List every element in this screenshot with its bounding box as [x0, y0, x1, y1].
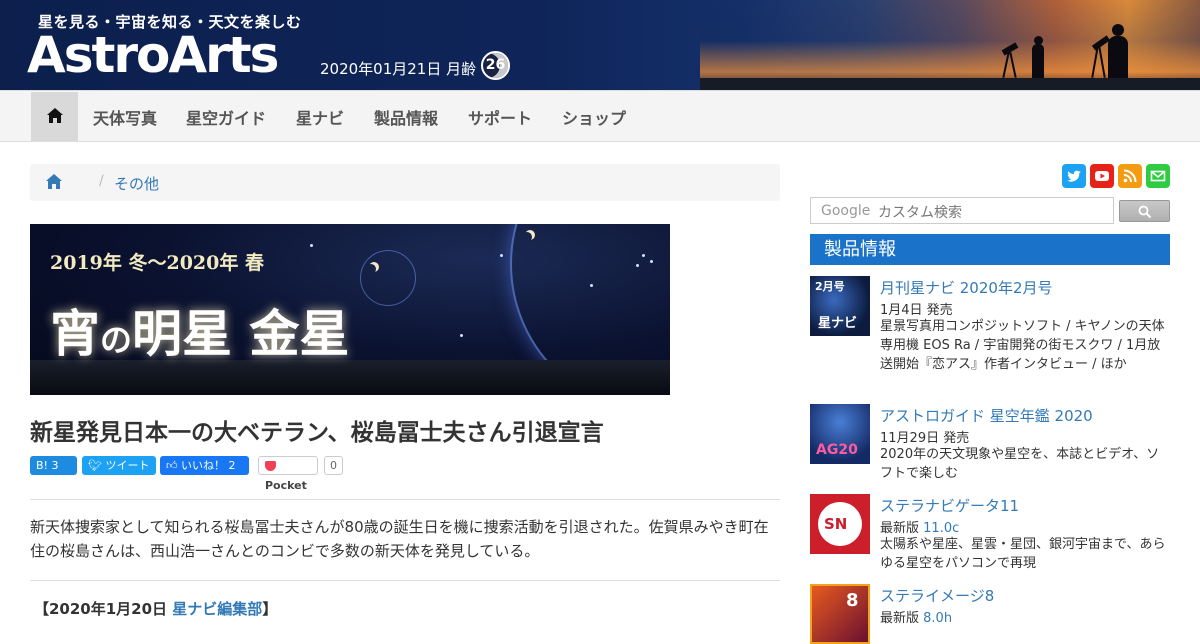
article-title: 新星発見日本一の大ベテラン、桜島冨士夫さん引退宣言	[30, 420, 604, 446]
banner-title-particle: の	[100, 321, 133, 359]
product-title[interactable]: ステライメージ8	[880, 585, 994, 606]
home-icon[interactable]	[45, 173, 63, 190]
version-number: 11.0c	[923, 521, 960, 536]
tweet-label: ツイート	[105, 459, 150, 472]
product-title[interactable]: アストロガイド 星空年鑑 2020	[880, 405, 1093, 426]
banner-title-part: 明星 金星	[132, 304, 350, 363]
byline-close: 】	[262, 600, 278, 618]
mail-icon[interactable]	[1146, 164, 1170, 188]
feature-banner[interactable]: 2019年 冬～2020年 春 宵の明星 金星	[30, 224, 670, 395]
twitter-icon[interactable]	[1062, 164, 1086, 188]
product-release: 1月4日 発売	[880, 303, 953, 318]
thumb-logo: 星ナビ	[818, 316, 858, 331]
breadcrumb-separator: /	[99, 173, 104, 189]
pocket-label: Pocket	[265, 479, 307, 492]
site-logo[interactable]: AstroArts	[27, 25, 279, 85]
star	[460, 334, 463, 337]
banner-title-part: 宵	[50, 304, 100, 363]
like-label: いいね！ 2	[181, 459, 236, 472]
horizon	[700, 78, 1200, 90]
search-placeholder: カスタム検索	[878, 205, 962, 221]
product-version: 最新版 8.0h	[880, 607, 952, 626]
observer-head-2	[1112, 24, 1124, 36]
twitter-bird-icon: 🐦︎	[88, 459, 102, 472]
pocket-button[interactable]: Pocket	[258, 456, 318, 492]
home-icon	[47, 108, 63, 123]
product-thumbnail[interactable]: 8	[810, 584, 870, 644]
breadcrumb-current[interactable]: その他	[114, 173, 159, 194]
version-prefix: 最新版	[880, 611, 920, 626]
divider	[30, 580, 780, 581]
thumb-label: 2月号	[815, 280, 845, 293]
product-title[interactable]: 月刊星ナビ 2020年2月号	[880, 277, 1053, 298]
main-nav: 天体写真 星空ガイド 星ナビ 製品情報 サポート ショップ	[0, 90, 1200, 142]
star	[636, 264, 639, 267]
product-thumbnail[interactable]: 2月号 星ナビ	[810, 276, 870, 336]
banner-title: 宵の明星 金星	[50, 294, 349, 366]
breadcrumb: / その他	[30, 164, 780, 201]
hatena-bookmark-button[interactable]: B! 3	[30, 456, 77, 475]
facebook-like-button[interactable]: 👍︎ いいね！ 2	[160, 456, 249, 475]
byline-author-link[interactable]: 星ナビ編集部	[172, 600, 262, 618]
divider	[30, 499, 780, 500]
product-description: 太陽系や星座、星雲・星団、銀河宇宙まで、あらゆる星空をパソコンで再現	[880, 537, 1166, 571]
product-thumbnail[interactable]: SN	[810, 494, 870, 554]
observer-head	[1034, 36, 1043, 45]
star	[642, 254, 645, 257]
site-header: 星を見る・宇宙を知る・天文を楽しむ AstroArts 2020年01月21日 …	[0, 0, 1200, 90]
nav-home-button[interactable]	[31, 92, 78, 141]
product-description: 2020年の天文現象や星空を、本誌とビデオ、ソフトで楽しむ	[880, 447, 1160, 481]
orbit-ring	[360, 250, 416, 306]
pocket-icon	[265, 461, 276, 471]
thumbs-up-icon: 👍︎	[166, 459, 178, 472]
moon-crescent	[522, 232, 532, 242]
version-prefix: 最新版	[880, 521, 920, 536]
star	[500, 254, 503, 257]
article-lead: 新天体捜索家として知られる桜島冨士夫さんが80歳の誕生日を機に捜索活動を引退され…	[30, 518, 769, 560]
google-brand-label: Google	[821, 203, 871, 219]
star	[650, 260, 653, 263]
rss-icon[interactable]	[1118, 164, 1142, 188]
tweet-button[interactable]: 🐦︎ ツイート	[82, 456, 156, 475]
venus-crescent	[366, 264, 376, 274]
moon-age-icon: 26	[481, 51, 510, 80]
star	[310, 244, 313, 247]
products-section-title: 製品情報	[810, 234, 1170, 265]
thumb-label: SN	[824, 515, 848, 533]
nav-item-photos[interactable]: 天体写真	[93, 105, 157, 129]
nav-item-sky-guide[interactable]: 星空ガイド	[186, 105, 266, 129]
current-date: 2020年01月21日 月齢	[320, 60, 477, 78]
pocket-count: 0	[324, 456, 343, 475]
observer-silhouette-2	[1108, 36, 1128, 78]
nav-item-hoshinavi[interactable]: 星ナビ	[296, 105, 344, 129]
search-input[interactable]: Google カスタム検索	[810, 197, 1114, 224]
thumb-label: AG20	[816, 442, 858, 458]
product-title[interactable]: ステラナビゲータ11	[880, 495, 1019, 516]
product-release: 11月29日 発売	[880, 431, 970, 446]
thumb-label: 8	[846, 590, 859, 611]
nav-item-products[interactable]: 製品情報	[374, 105, 438, 129]
observer-silhouette	[1032, 44, 1044, 78]
search-button[interactable]	[1119, 200, 1170, 222]
product-description: 星景写真用コンポジットソフト / キヤノンの天体専用機 EOS Ra / 宇宙開…	[880, 319, 1165, 372]
nav-item-support[interactable]: サポート	[468, 105, 532, 129]
product-thumbnail[interactable]: AG20	[810, 404, 870, 464]
search-icon	[1138, 205, 1152, 219]
byline-date: 【2020年1月20日	[34, 600, 168, 618]
nav-item-shop[interactable]: ショップ	[562, 105, 626, 129]
version-number: 8.0h	[923, 611, 953, 626]
banner-subtitle: 2019年 冬～2020年 春	[50, 252, 264, 274]
article-byline: 【2020年1月20日 星ナビ編集部】	[34, 598, 277, 619]
star	[590, 284, 593, 287]
product-version: 最新版 11.0c	[880, 517, 959, 536]
youtube-icon[interactable]	[1090, 164, 1114, 188]
